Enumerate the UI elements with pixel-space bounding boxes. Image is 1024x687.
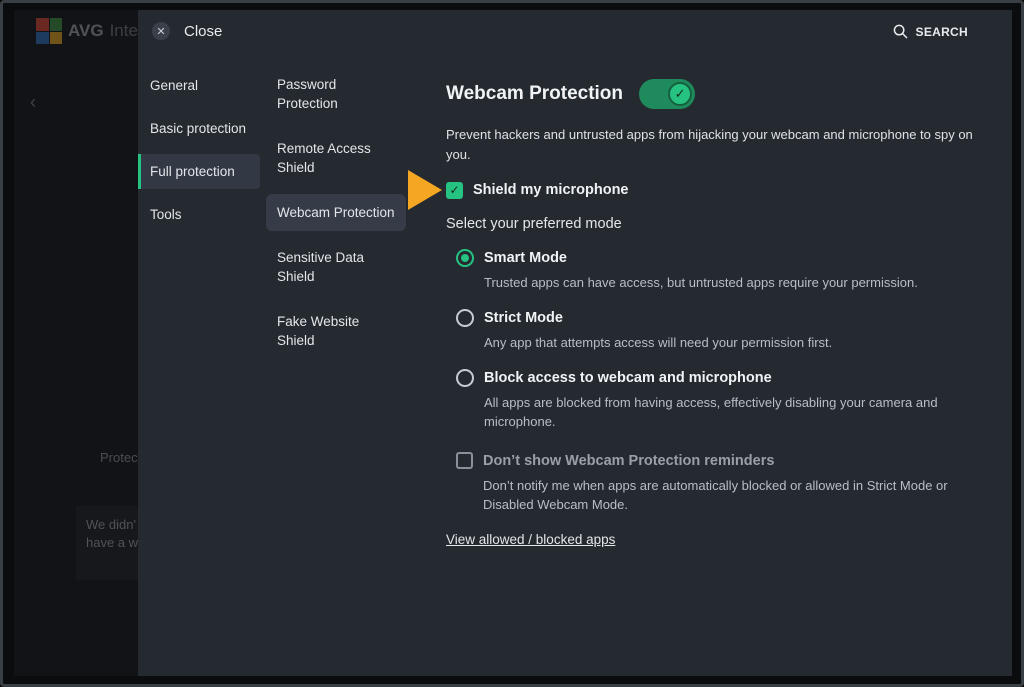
mode-option-strict[interactable]: Strict Mode Any app that attempts access… <box>456 308 986 352</box>
mode-options: Smart Mode Trusted apps can have access,… <box>456 248 986 431</box>
nav-general[interactable]: General <box>138 68 260 103</box>
search-label[interactable]: SEARCH <box>916 25 968 39</box>
strict-mode-title[interactable]: Strict Mode <box>484 308 984 328</box>
feature-description: Prevent hackers and untrusted apps from … <box>446 127 973 162</box>
title-row: Webcam Protection ✓ <box>446 76 986 112</box>
secondary-nav: Password Protection Remote Access Shield… <box>266 66 406 367</box>
nav-full-protection[interactable]: Full protection <box>138 154 260 189</box>
webcam-protection-panel: Webcam Protection ✓ Prevent hackers and … <box>408 76 986 549</box>
block-access-radio[interactable] <box>456 369 474 387</box>
page-title: Webcam Protection <box>446 83 624 104</box>
background-protection-text: Protec <box>100 450 138 465</box>
avg-logo-icon <box>36 18 62 44</box>
background-card-line-1: We didn' <box>86 517 136 532</box>
webcam-protection-toggle[interactable]: ✓ <box>639 79 696 109</box>
nav-webcam-protection[interactable]: Webcam Protection <box>266 194 406 231</box>
reminders-option[interactable]: Don’t show Webcam Protection reminders D… <box>456 451 986 514</box>
nav-basic-protection[interactable]: Basic protection <box>138 111 260 146</box>
mode-option-block[interactable]: Block access to webcam and microphone Al… <box>456 368 986 431</box>
smart-mode-description: Trusted apps can have access, but untrus… <box>484 275 918 290</box>
checkmark-icon[interactable]: ✓ <box>668 82 693 106</box>
mode-option-smart[interactable]: Smart Mode Trusted apps can have access,… <box>456 248 986 292</box>
search-button[interactable]: SEARCH <box>893 24 968 39</box>
strict-mode-description: Any app that attempts access will need y… <box>484 335 833 350</box>
nav-fake-website-shield[interactable]: Fake Website Shield <box>266 303 406 359</box>
background-app-title: Inte <box>109 21 138 40</box>
block-access-title[interactable]: Block access to webcam and microphone <box>484 368 984 388</box>
mode-prompt: Select your preferred mode <box>446 216 622 232</box>
block-access-description: All apps are blocked from having access,… <box>484 395 938 429</box>
smart-mode-radio[interactable] <box>456 249 474 267</box>
search-icon[interactable] <box>893 24 908 39</box>
settings-dialog: ✕ Close SEARCH General Basic protection … <box>138 10 1012 676</box>
shield-microphone-row: ✓ Shield my microphone <box>408 170 986 210</box>
nav-tools[interactable]: Tools <box>138 197 260 232</box>
nav-remote-access-shield[interactable]: Remote Access Shield <box>266 130 406 186</box>
back-chevron-icon: ‹ <box>30 92 36 112</box>
background-card-text: We didn' have a w <box>86 516 142 552</box>
close-label[interactable]: Close <box>184 23 222 40</box>
view-allowed-blocked-apps-link[interactable]: View allowed / blocked apps <box>446 532 615 547</box>
reminders-title[interactable]: Don’t show Webcam Protection reminders <box>483 451 983 471</box>
primary-nav: General Basic protection Full protection… <box>138 68 260 240</box>
background-app-brand: AVG <box>68 21 104 40</box>
background-app-logo: AVG Inte <box>36 18 138 44</box>
background-card-line-2: have a w <box>86 535 139 550</box>
nav-sensitive-data-shield[interactable]: Sensitive Data Shield <box>266 239 406 295</box>
pointer-arrow-icon <box>408 170 442 210</box>
shield-microphone-checkbox[interactable]: ✓ <box>446 181 463 199</box>
shield-microphone-label[interactable]: Shield my microphone <box>473 182 629 198</box>
reminders-checkbox[interactable] <box>456 452 473 469</box>
smart-mode-title[interactable]: Smart Mode <box>484 248 984 268</box>
close-button[interactable]: ✕ Close <box>152 22 222 40</box>
close-icon[interactable]: ✕ <box>152 22 170 40</box>
strict-mode-radio[interactable] <box>456 309 474 327</box>
reminders-description: Don’t notify me when apps are automatica… <box>483 478 948 512</box>
nav-password-protection[interactable]: Password Protection <box>266 66 406 122</box>
